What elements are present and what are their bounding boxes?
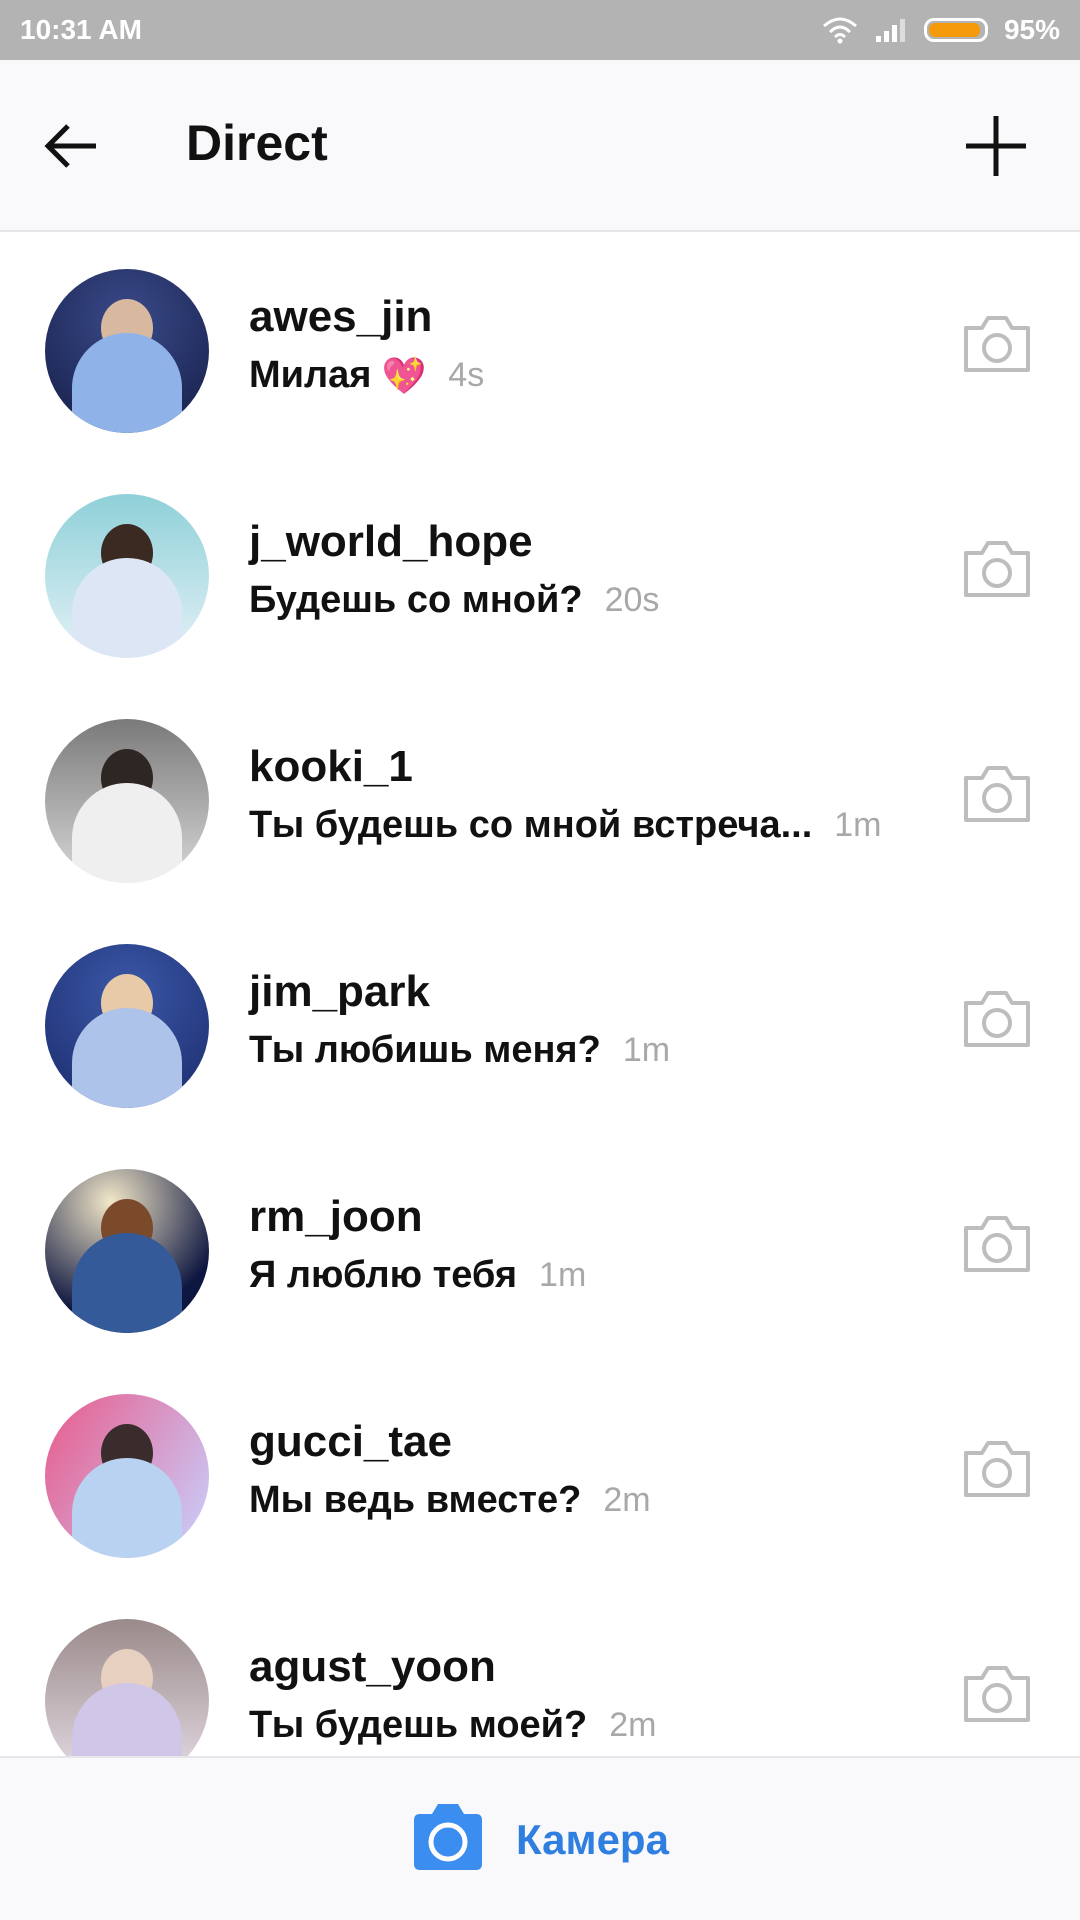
message-text: Ты будешь моей? [249,1704,588,1746]
avatar[interactable] [45,944,209,1108]
message-text: Ты любишь меня? [249,1029,601,1071]
message-timestamp: 4s [448,356,485,394]
message-text: Мы ведь вместе? [249,1479,582,1521]
conversation-preview: Милая 💖 4s [249,354,484,397]
arrow-left-icon[interactable] [40,114,104,178]
conversation-preview: Ты будешь моей? 2m [249,1704,657,1747]
message-text: Милая [249,354,372,396]
camera-icon[interactable] [960,1662,1034,1726]
message-timestamp: 20s [604,581,660,619]
message-text: Ты будешь со мной встреча... [249,804,813,846]
camera-icon[interactable] [960,987,1034,1051]
conversation-username: jim_park [249,967,430,1016]
status-icons: 95% [822,14,1060,46]
conversation-preview: Ты любишь меня? 1m [249,1029,670,1072]
message-text: Я люблю тебя [249,1254,518,1296]
conversation-preview: Мы ведь вместе? 2m [249,1479,651,1522]
avatar[interactable] [45,1394,209,1558]
camera-icon[interactable] [410,1802,486,1872]
conversation-username: awes_jin [249,292,433,341]
page-title: Direct [186,115,328,171]
battery-icon [923,18,988,42]
message-timestamp: 1m [539,1256,587,1294]
message-timestamp: 1m [622,1031,671,1069]
camera-icon[interactable] [960,312,1034,376]
conversation-row[interactable]: gucci_tae Мы ведь вместе? 2m [0,1357,1080,1582]
message-timestamp: 2m [609,1706,657,1744]
conversation-preview: Будешь со мной? 20s [249,579,659,622]
camera-button[interactable]: Камера [516,1816,669,1864]
conversation-username: gucci_tae [249,1417,452,1466]
camera-icon[interactable] [960,1437,1034,1501]
conversation-username: agust_yoon [249,1642,496,1691]
conversation-row[interactable]: rm_joon Я люблю тебя 1m [0,1132,1080,1357]
conversation-username: j_world_hope [249,517,533,566]
battery-percent: 95% [1003,14,1060,45]
avatar[interactable] [45,1169,209,1333]
status-time: 10:31 AM [20,14,142,45]
camera-icon[interactable] [960,1212,1034,1276]
conversation-preview: Я люблю тебя 1m [249,1254,586,1297]
message-timestamp: 1m [834,806,882,844]
avatar[interactable] [45,719,209,883]
camera-icon[interactable] [960,537,1034,601]
conversation-preview: Ты будешь со мной встреча... 1m [249,804,881,847]
battery-level [928,23,981,37]
conversation-username: rm_joon [249,1192,423,1241]
avatar[interactable] [45,494,209,658]
wifi-icon [822,17,857,44]
status-bar: 10:31 AM 95% [0,0,1080,60]
message-text: Будешь со мной? [249,579,583,621]
plus-icon[interactable] [962,112,1030,180]
bottom-bar: Камера [0,1756,1080,1920]
sparkling-heart-icon: 💖 [381,354,427,396]
avatar[interactable] [45,1619,209,1756]
camera-icon[interactable] [960,762,1034,826]
message-timestamp: 2m [603,1481,651,1519]
conversation-row[interactable]: j_world_hope Будешь со мной? 20s [0,457,1080,682]
conversation-row[interactable]: awes_jin Милая 💖 4s [0,232,1080,457]
top-bar: Direct [0,60,1080,232]
conversation-username: kooki_1 [249,742,413,791]
conversation-row[interactable]: jim_park Ты любишь меня? 1m [0,907,1080,1132]
conversation-row[interactable]: agust_yoon Ты будешь моей? 2m [0,1582,1080,1756]
avatar[interactable] [45,269,209,433]
conversation-list: awes_jin Милая 💖 4s j_world_hope Будешь … [0,232,1080,1756]
signal-icon [875,19,905,42]
conversation-row[interactable]: kooki_1 Ты будешь со мной встреча... 1m [0,682,1080,907]
